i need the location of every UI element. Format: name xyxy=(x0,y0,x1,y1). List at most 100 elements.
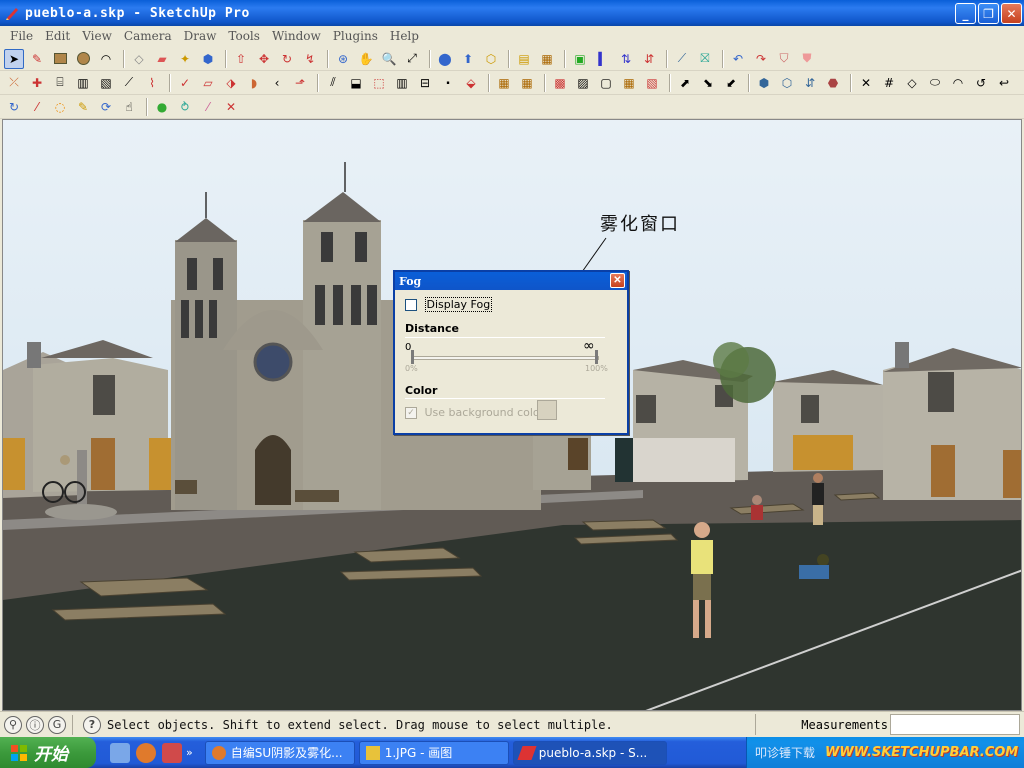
plugin-tool-31-icon[interactable]: ⬢ xyxy=(754,73,774,93)
pencil-tool-icon[interactable]: ✎ xyxy=(27,49,47,69)
show-desktop-icon[interactable] xyxy=(110,742,130,763)
rectangle-tool-icon[interactable] xyxy=(50,49,70,69)
rotate-tool-icon[interactable]: ↻ xyxy=(277,49,297,69)
pan-icon[interactable]: ✋ xyxy=(356,49,376,69)
plugin-tool-20-icon[interactable]: ⬙ xyxy=(461,73,481,93)
push-pull-icon[interactable]: ⇧ xyxy=(231,49,251,69)
styles-icon[interactable]: ⛊ xyxy=(797,49,817,69)
plugin-tool-5-icon[interactable]: ▧ xyxy=(96,73,116,93)
zoom-icon[interactable]: 🔍 xyxy=(379,49,399,69)
menu-window[interactable]: Window xyxy=(266,29,327,43)
plugin-tool-15-icon[interactable]: ⬓ xyxy=(346,73,366,93)
plugin-tool-10-icon[interactable]: ⬗ xyxy=(221,73,241,93)
plugin-tool-12-icon[interactable]: ‹ xyxy=(267,73,287,93)
plugin-tool-23-icon[interactable]: ▩ xyxy=(550,73,570,93)
components-browser-icon[interactable]: ⛉ xyxy=(774,49,794,69)
line-icon[interactable]: ⁄ xyxy=(27,97,47,117)
plugin-tool-1-icon[interactable]: ⤫ xyxy=(4,73,24,93)
cross-icon[interactable]: ✕ xyxy=(221,97,241,117)
start-button[interactable]: 开始 xyxy=(0,737,96,768)
menu-plugins[interactable]: Plugins xyxy=(327,29,384,43)
follow-me-icon[interactable]: ↯ xyxy=(300,49,320,69)
refresh-icon[interactable]: ⟳ xyxy=(96,97,116,117)
twist-icon[interactable]: ⥁ xyxy=(175,97,195,117)
undo-icon[interactable]: ↶ xyxy=(728,49,748,69)
layers-icon[interactable]: ▤ xyxy=(514,49,534,69)
display-fog-row[interactable]: Display Fog xyxy=(405,297,493,312)
plugin-tool-32-icon[interactable]: ⬡ xyxy=(777,73,797,93)
plugin-tool-4-icon[interactable]: ▥ xyxy=(73,73,93,93)
plugin-tool-14-icon[interactable]: ⫽ xyxy=(323,73,343,93)
sandbox-icon[interactable]: ⟋ xyxy=(672,49,692,69)
plugin-tool-6-icon[interactable]: ⟋ xyxy=(119,73,139,93)
plugin-tool-26-icon[interactable]: ▦ xyxy=(619,73,639,93)
eraser-tool-icon[interactable]: ▰ xyxy=(152,49,172,69)
plugin-tool-22-icon[interactable]: ▦ xyxy=(517,73,537,93)
fog-distance-slider[interactable] xyxy=(411,356,599,360)
plugin-tool-24-icon[interactable]: ▨ xyxy=(573,73,593,93)
plugin-tool-19-icon[interactable]: ⬝ xyxy=(438,73,458,93)
plugin-tool-11-icon[interactable]: ◗ xyxy=(244,73,264,93)
plugin-tool-33-icon[interactable]: ⇵ xyxy=(800,73,820,93)
move-tool-icon[interactable]: ✥ xyxy=(254,49,274,69)
task-firefox[interactable]: 自编SU阴影及雾化... xyxy=(204,740,355,765)
fog-close-button[interactable]: ✕ xyxy=(610,273,625,288)
restore-button[interactable]: ❐ xyxy=(978,3,999,24)
menu-draw[interactable]: Draw xyxy=(178,29,223,43)
plugin-tool-27-icon[interactable]: ▧ xyxy=(642,73,662,93)
measurements-input[interactable] xyxy=(890,714,1020,735)
walk-icon[interactable]: ⛝ xyxy=(695,49,715,69)
tape-measure-icon[interactable]: ✦ xyxy=(175,49,195,69)
menu-edit[interactable]: Edit xyxy=(39,29,76,43)
slider-start-handle[interactable] xyxy=(411,350,414,364)
arc-tool-icon[interactable]: ◠ xyxy=(96,49,116,69)
plugin-tool-25-icon[interactable]: ▢ xyxy=(596,73,616,93)
share-component-icon[interactable]: ⬡ xyxy=(481,49,501,69)
menu-camera[interactable]: Camera xyxy=(118,29,178,43)
menu-view[interactable]: View xyxy=(76,29,118,43)
curve-icon[interactable]: ◠ xyxy=(948,73,968,93)
google-icon[interactable]: G xyxy=(48,715,66,734)
use-background-label[interactable]: Use background color xyxy=(425,406,545,419)
close-button[interactable]: ✕ xyxy=(1001,3,1022,24)
plugin-tool-18-icon[interactable]: ⊟ xyxy=(415,73,435,93)
plugin-tool-8-icon[interactable]: ✓ xyxy=(175,73,195,93)
hook-icon[interactable]: ↩ xyxy=(994,73,1014,93)
orbit-icon[interactable]: ⊛ xyxy=(333,49,353,69)
display-fog-label[interactable]: Display Fog xyxy=(424,297,493,312)
hand-icon[interactable]: ☝ xyxy=(119,97,139,117)
grid-icon[interactable]: # xyxy=(879,73,899,93)
geo-location-icon[interactable]: ⚲ xyxy=(4,715,22,734)
select-tool-icon[interactable]: ➤ xyxy=(4,48,24,69)
circle-dots-icon[interactable]: ◌ xyxy=(50,97,70,117)
app-quicklaunch-icon[interactable] xyxy=(162,742,182,763)
fog-color-swatch[interactable] xyxy=(537,400,557,420)
fog-dialog-titlebar[interactable]: Fog ✕ xyxy=(395,272,627,290)
make-component-icon[interactable]: ◇ xyxy=(129,49,149,69)
section-plane-icon[interactable]: ▣ xyxy=(570,49,590,69)
task-sketchup[interactable]: pueblo-a.skp - S... xyxy=(512,740,667,765)
ellipse-icon[interactable]: ⬭ xyxy=(925,73,945,93)
plugin-tool-2-icon[interactable]: ✚ xyxy=(27,73,47,93)
plugin-tool-34-icon[interactable]: ⬣ xyxy=(823,73,843,93)
menu-tools[interactable]: Tools xyxy=(222,29,266,43)
slider-end-handle[interactable] xyxy=(595,350,598,364)
plugin-tool-28-icon[interactable]: ⬈ xyxy=(675,73,695,93)
plugin-tool-3-icon[interactable]: ⌸ xyxy=(50,73,70,93)
task-paint[interactable]: 1.JPG - 画图 xyxy=(358,740,509,765)
wand-icon[interactable]: ⁄ xyxy=(198,97,218,117)
plugin-tool-13-icon[interactable]: ⬏ xyxy=(290,73,310,93)
plugin-tool-7-icon[interactable]: ⌇ xyxy=(142,73,162,93)
plugin-tool-21-icon[interactable]: ▦ xyxy=(494,73,514,93)
pen-icon[interactable]: ✎ xyxy=(73,97,93,117)
rotate-copy-icon[interactable]: ↻ xyxy=(4,97,24,117)
plugin-tool-17-icon[interactable]: ▥ xyxy=(392,73,412,93)
menu-file[interactable]: File xyxy=(4,29,39,43)
minimize-button[interactable]: _ xyxy=(955,3,976,24)
diamond-icon[interactable]: ◇ xyxy=(902,73,922,93)
get-models-icon[interactable]: ⬤ xyxy=(435,49,455,69)
materials-icon[interactable]: ▦ xyxy=(537,49,557,69)
plugin-tool-9-icon[interactable]: ▱ xyxy=(198,73,218,93)
plugin-tool-29-icon[interactable]: ⬊ xyxy=(698,73,718,93)
dimension-icon[interactable]: ⇅ xyxy=(616,49,636,69)
